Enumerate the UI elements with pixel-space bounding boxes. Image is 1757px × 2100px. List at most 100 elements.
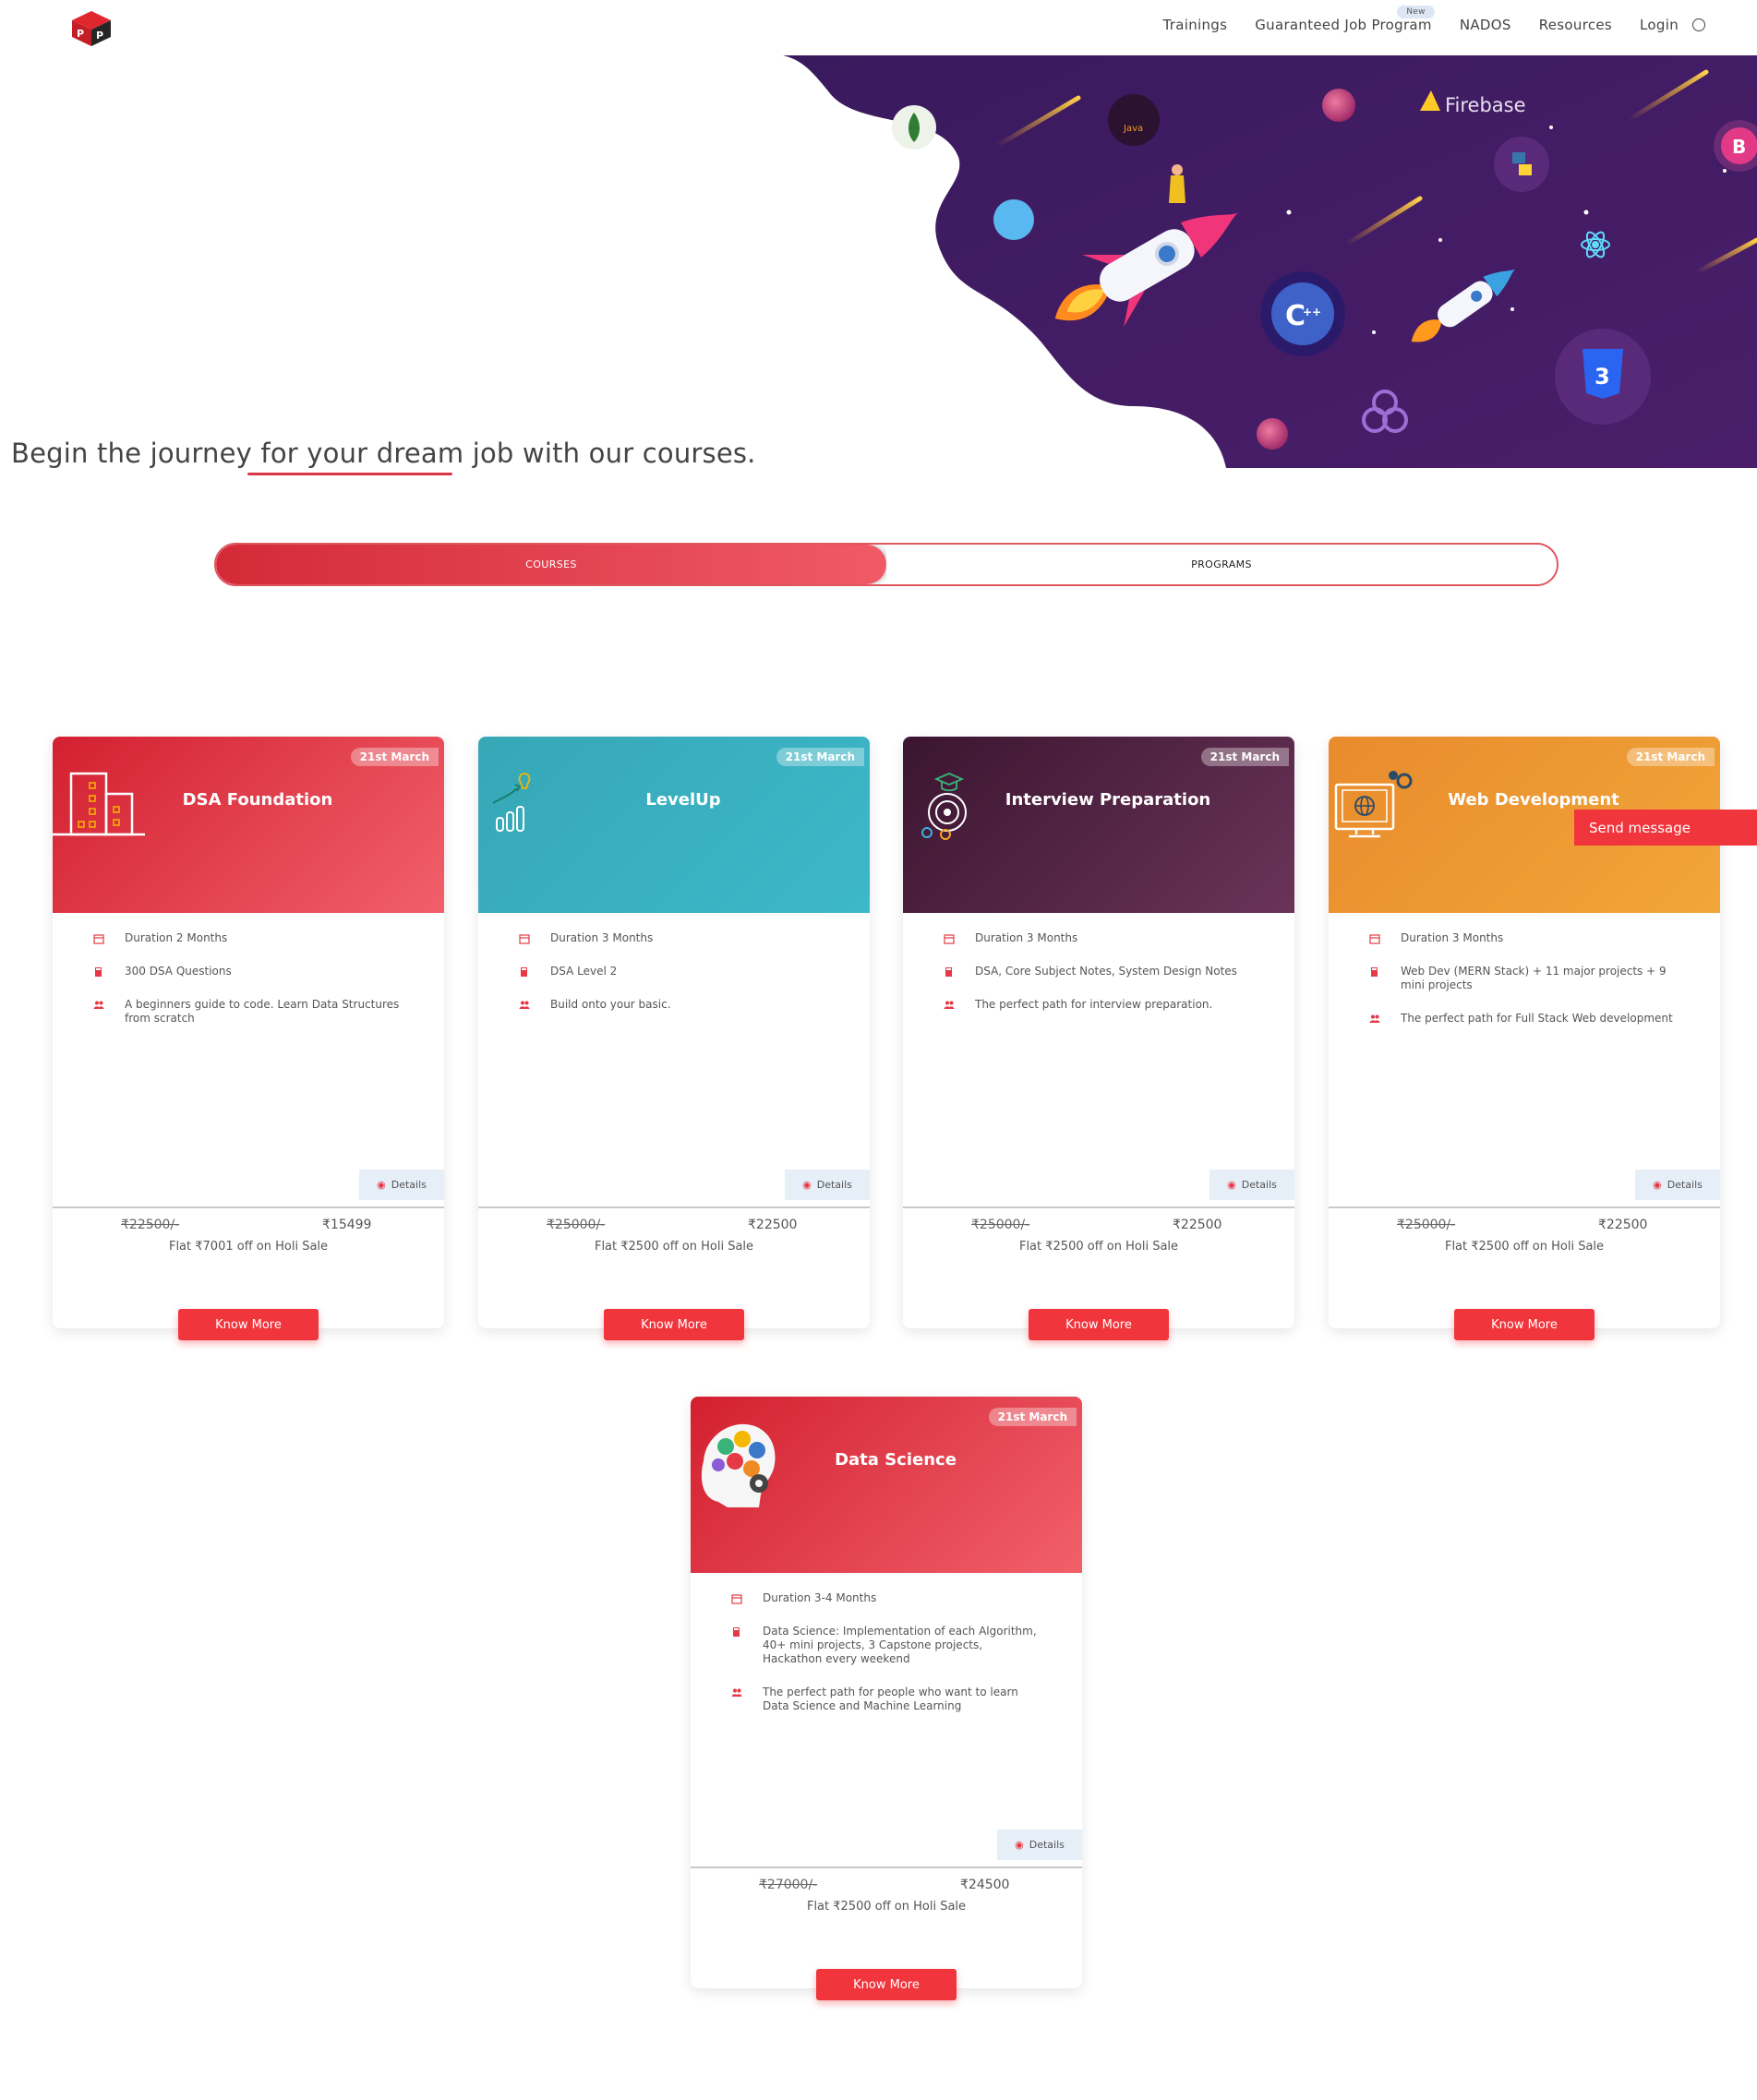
feature-text: Duration 3 Months: [550, 931, 654, 944]
feature-text: Duration 2 Months: [125, 931, 228, 944]
card-title: DSA Foundation: [182, 790, 333, 810]
list-item: Duration 3 Months: [944, 931, 1258, 945]
card-features: Duration 3 Months DSA Level 2 Build onto…: [478, 913, 870, 1012]
brain-gears-icon: [701, 1423, 776, 1507]
details-button[interactable]: ◉ Details: [997, 1830, 1082, 1860]
course-card-dsa-foundation: 21st March DSA Foundation Duration 2 Mon…: [53, 737, 444, 1340]
b-badge-label: B: [1732, 136, 1746, 158]
svg-text:3: 3: [1595, 364, 1610, 390]
sale-price: ₹15499: [322, 1218, 372, 1232]
pepcoding-logo[interactable]: P P: [68, 9, 114, 48]
card-header: 21st March Data Science: [691, 1397, 1082, 1573]
page: P P Trainings Guaranteed Job Program New…: [0, 0, 1757, 2100]
list-item: DSA Level 2: [519, 965, 833, 978]
card-header: 21st March DSA Foundation: [53, 737, 444, 913]
details-label: Details: [1241, 1179, 1277, 1191]
details-button[interactable]: ◉ Details: [1635, 1170, 1720, 1200]
eye-icon: ◉: [1653, 1179, 1662, 1191]
svg-text:++: ++: [1303, 306, 1321, 318]
card-title: Web Development: [1448, 790, 1619, 810]
discount-note: Flat ₹2500 off on Holi Sale: [806, 1900, 967, 1914]
tab-courses[interactable]: COURSES: [216, 545, 886, 584]
list-item: Duration 3 Months: [519, 931, 833, 945]
feature-text: Web Dev (MERN Stack) + 11 major projects…: [1401, 965, 1667, 991]
know-more-button[interactable]: Know More: [1454, 1309, 1595, 1340]
details-label: Details: [816, 1179, 852, 1191]
list-item: Web Dev (MERN Stack) + 11 major projects…: [1369, 965, 1683, 992]
building-icon: [53, 772, 145, 836]
top-nav: Trainings Guaranteed Job Program New NAD…: [1149, 6, 1705, 33]
know-more-button[interactable]: Know More: [1029, 1309, 1169, 1340]
course-card-interview-preparation: 21st March Interview Preparation Duratio…: [903, 737, 1294, 1340]
divider: [691, 1866, 1082, 1868]
nav-guaranteed-job-program-label: Guaranteed Job Program: [1255, 17, 1432, 33]
calendar-icon: [519, 934, 530, 944]
feature-text: Build onto your basic.: [550, 998, 671, 1011]
date-ribbon: 21st March: [1200, 748, 1289, 766]
card-features: Duration 2 Months 300 DSA Questions A be…: [53, 913, 444, 1026]
sale-price: ₹22500: [748, 1218, 798, 1232]
card-features: Duration 3 Months DSA, Core Subject Note…: [903, 913, 1294, 1012]
sale-price: ₹22500: [1173, 1218, 1222, 1232]
book-icon: [945, 967, 952, 977]
list-item: Duration 2 Months: [93, 931, 407, 945]
original-price: ₹27000/-: [759, 1878, 818, 1892]
nav-nados[interactable]: NADOS: [1446, 17, 1525, 33]
original-price: ₹25000/-: [1397, 1218, 1456, 1232]
card-features: Duration 3 Months Web Dev (MERN Stack) +…: [1329, 913, 1720, 1026]
list-item: DSA, Core Subject Notes, System Design N…: [944, 965, 1258, 978]
sale-price: ₹24500: [960, 1878, 1010, 1892]
card-title: LevelUp: [645, 790, 721, 810]
list-item: Build onto your basic.: [519, 998, 833, 1012]
monitor-globe-icon: [1334, 771, 1413, 838]
eye-icon: ◉: [1015, 1839, 1024, 1851]
users-icon: [944, 1001, 955, 1009]
know-more-button[interactable]: Know More: [816, 1969, 957, 2000]
know-more-button[interactable]: Know More: [178, 1309, 319, 1340]
nav-guaranteed-job-program[interactable]: Guaranteed Job Program New: [1241, 6, 1446, 33]
list-item: A beginners guide to code. Learn Data St…: [93, 998, 407, 1026]
feature-text: Duration 3-4 Months: [763, 1591, 877, 1604]
list-item: Duration 3-4 Months: [731, 1591, 1045, 1605]
page-headline: Begin the journey for your dream job wit…: [11, 438, 756, 469]
discount-note: Flat ₹7001 off on Holi Sale: [168, 1240, 329, 1254]
courses-programs-toggle: COURSES PROGRAMS: [214, 543, 1558, 586]
book-icon: [733, 1627, 740, 1637]
book-icon: [95, 967, 102, 977]
details-button[interactable]: ◉ Details: [785, 1170, 870, 1200]
firebase-label: Firebase: [1445, 94, 1526, 116]
details-button[interactable]: ◉ Details: [1209, 1170, 1294, 1200]
nav-trainings[interactable]: Trainings: [1149, 17, 1242, 33]
card-header: 21st March LevelUp: [478, 737, 870, 913]
calendar-icon: [1369, 934, 1380, 944]
list-item: Duration 3 Months: [1369, 931, 1683, 945]
growth-chart-icon: [492, 773, 531, 832]
java-label: Java: [1123, 124, 1143, 134]
course-card-data-science: 21st March Data Science Duration 3-4 Mon…: [691, 1397, 1082, 2000]
svg-text:P: P: [96, 30, 103, 42]
details-button[interactable]: ◉ Details: [359, 1170, 444, 1200]
date-ribbon: 21st March: [988, 1408, 1077, 1426]
eye-icon: ◉: [377, 1179, 386, 1191]
target-graduation-icon: [921, 773, 967, 840]
calendar-icon: [731, 1594, 742, 1604]
card-title: Data Science: [835, 1450, 957, 1470]
users-icon: [731, 1688, 742, 1697]
eye-icon: ◉: [1227, 1179, 1236, 1191]
nav-resources[interactable]: Resources: [1525, 17, 1626, 33]
users-icon: [1369, 1014, 1380, 1023]
course-card-levelup: 21st March LevelUp Duration 3 Months DSA…: [478, 737, 870, 1340]
feature-text: Duration 3 Months: [975, 931, 1078, 944]
date-ribbon: 21st March: [350, 748, 439, 766]
theme-toggle-icon[interactable]: [1692, 18, 1705, 31]
details-label: Details: [1667, 1179, 1703, 1191]
send-message-button[interactable]: Send message: [1574, 810, 1757, 846]
discount-note: Flat ₹2500 off on Holi Sale: [1018, 1240, 1179, 1254]
feature-text: DSA Level 2: [550, 965, 618, 978]
know-more-button[interactable]: Know More: [604, 1309, 744, 1340]
book-icon: [1371, 967, 1378, 977]
tab-programs[interactable]: PROGRAMS: [886, 545, 1557, 584]
nav-login[interactable]: Login: [1626, 17, 1692, 33]
feature-text: Data Science: Implementation of each Alg…: [763, 1625, 1037, 1665]
book-icon: [521, 967, 527, 977]
